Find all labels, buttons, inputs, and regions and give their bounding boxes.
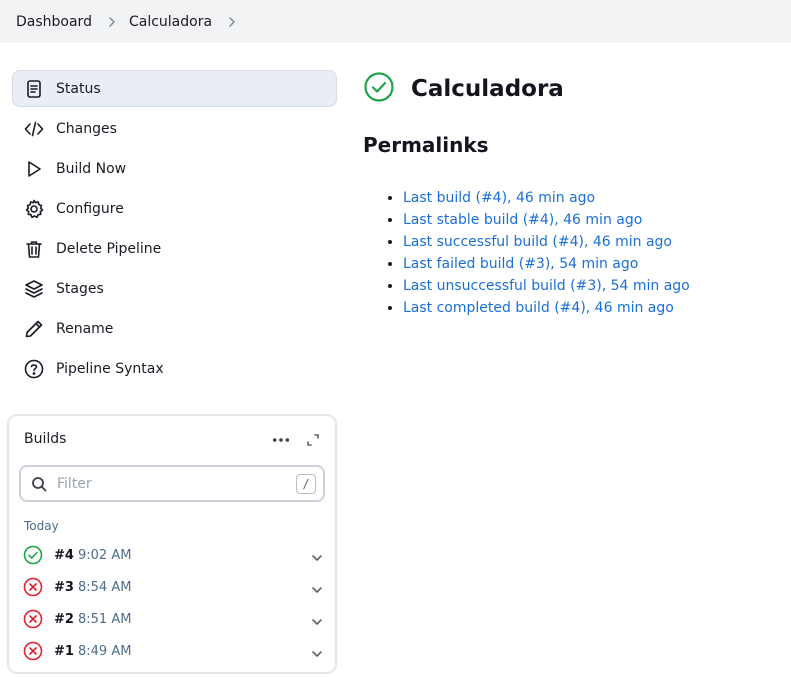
- chevron-right-icon: [107, 16, 117, 27]
- sidebar-item-label: Delete Pipeline: [56, 240, 162, 257]
- search-icon: [32, 476, 47, 491]
- document-icon: [23, 78, 45, 100]
- page-header: Calculadora: [363, 72, 564, 106]
- failed-icon: [23, 577, 43, 597]
- layers-icon: [23, 278, 45, 300]
- build-time: 8:49 AM: [78, 643, 132, 659]
- sidebar-item-delete-pipeline[interactable]: Delete Pipeline: [12, 230, 337, 267]
- breadcrumb-dashboard[interactable]: Dashboard: [16, 14, 92, 30]
- sidebar-item-label: Configure: [56, 200, 124, 217]
- build-row-4[interactable]: #4 9:02 AM: [23, 543, 323, 567]
- pencil-icon: [23, 318, 45, 340]
- list-item: Last successful build (#4), 46 min ago: [403, 231, 789, 253]
- sidebar-item-configure[interactable]: Configure: [12, 190, 337, 227]
- failed-icon: [23, 609, 43, 629]
- sidebar-item-status[interactable]: Status: [12, 70, 337, 107]
- success-icon: [23, 545, 43, 565]
- keyboard-shortcut-hint: /: [296, 474, 316, 494]
- sidebar-item-stages[interactable]: Stages: [12, 270, 337, 307]
- permalink-last-failed-build[interactable]: Last failed build (#3), 54 min ago: [403, 256, 638, 272]
- sidebar-item-label: Stages: [56, 280, 104, 297]
- build-group-label: Today: [24, 519, 59, 533]
- permalink-last-successful-build[interactable]: Last successful build (#4), 46 min ago: [403, 234, 672, 250]
- build-time: 8:51 AM: [78, 611, 132, 627]
- sidebar-item-label: Status: [56, 80, 101, 97]
- expand-icon[interactable]: [303, 430, 323, 450]
- more-options-icon[interactable]: [271, 430, 291, 450]
- list-item: Last build (#4), 46 min ago: [403, 187, 789, 209]
- breadcrumb-calculadora[interactable]: Calculadora: [129, 14, 212, 30]
- sidebar-item-build-now[interactable]: Build Now: [12, 150, 337, 187]
- build-number: #1: [54, 643, 74, 659]
- chevron-down-icon[interactable]: [311, 549, 323, 561]
- builds-panel: Builds / Today #4 9:02 AM #3 8:54 AM #2 …: [7, 414, 337, 674]
- builds-title: Builds: [24, 431, 67, 447]
- sidebar-item-label: Rename: [56, 320, 114, 337]
- chevron-down-icon[interactable]: [311, 645, 323, 657]
- build-time: 8:54 AM: [78, 579, 132, 595]
- permalinks-heading: Permalinks: [363, 133, 489, 157]
- build-row-2[interactable]: #2 8:51 AM: [23, 607, 323, 631]
- sidebar-item-pipeline-syntax[interactable]: Pipeline Syntax: [12, 350, 337, 387]
- build-number: #4: [54, 547, 74, 563]
- list-item: Last stable build (#4), 46 min ago: [403, 209, 789, 231]
- permalink-last-build[interactable]: Last build (#4), 46 min ago: [403, 190, 595, 206]
- main-content: Calculadora Permalinks Last build (#4), …: [363, 72, 690, 316]
- help-icon: [23, 358, 45, 380]
- sidebar-item-changes[interactable]: Changes: [12, 110, 337, 147]
- page-title: Calculadora: [411, 76, 564, 102]
- trash-icon: [23, 238, 45, 260]
- build-number: #3: [54, 579, 74, 595]
- list-item: Last unsuccessful build (#3), 54 min ago: [403, 275, 789, 297]
- permalink-last-stable-build[interactable]: Last stable build (#4), 46 min ago: [403, 212, 642, 228]
- build-time: 9:02 AM: [78, 547, 132, 563]
- sidebar-item-label: Pipeline Syntax: [56, 360, 164, 377]
- success-icon: [363, 71, 395, 107]
- sidebar-item-label: Changes: [56, 120, 117, 137]
- list-item: Last completed build (#4), 46 min ago: [403, 297, 789, 319]
- gear-icon: [23, 198, 45, 220]
- sidebar-item-rename[interactable]: Rename: [12, 310, 337, 347]
- permalink-last-unsuccessful-build[interactable]: Last unsuccessful build (#3), 54 min ago: [403, 278, 690, 294]
- chevron-down-icon[interactable]: [311, 613, 323, 625]
- list-item: Last failed build (#3), 54 min ago: [403, 253, 789, 275]
- breadcrumb: Dashboard Calculadora: [0, 0, 791, 43]
- filter-field[interactable]: /: [19, 465, 325, 502]
- permalink-last-completed-build[interactable]: Last completed build (#4), 46 min ago: [403, 300, 674, 316]
- chevron-right-icon[interactable]: [227, 16, 237, 27]
- build-row-1[interactable]: #1 8:49 AM: [23, 639, 323, 663]
- filter-input[interactable]: [57, 475, 277, 492]
- permalinks-list: Last build (#4), 46 min ago Last stable …: [389, 187, 789, 319]
- chevron-down-icon[interactable]: [311, 581, 323, 593]
- build-number: #2: [54, 611, 74, 627]
- code-icon: [23, 118, 45, 140]
- build-row-3[interactable]: #3 8:54 AM: [23, 575, 323, 599]
- sidebar-item-label: Build Now: [56, 160, 127, 177]
- sidebar: Status Changes Build Now Configure Delet…: [12, 70, 337, 390]
- failed-icon: [23, 641, 43, 661]
- play-icon: [23, 158, 45, 180]
